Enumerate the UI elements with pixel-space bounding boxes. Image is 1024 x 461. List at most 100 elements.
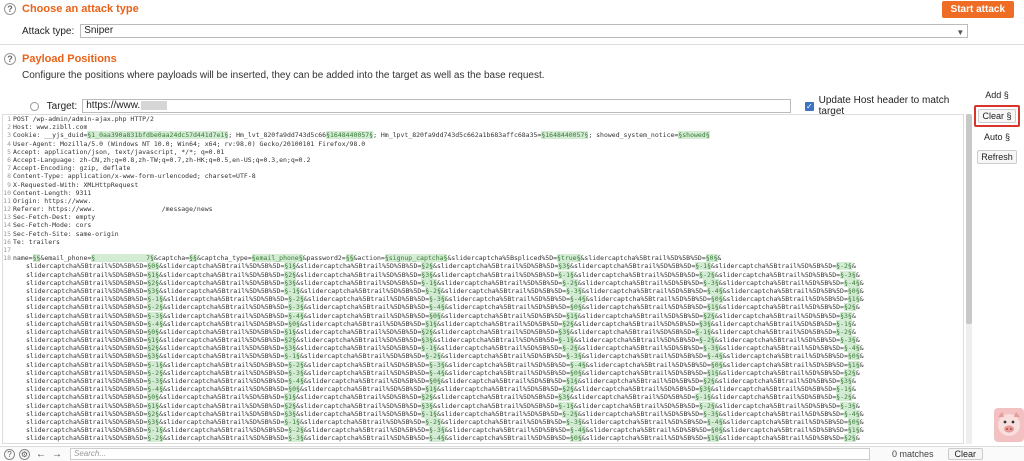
request-text: &slidercaptcha%5Btrail%5D%5B%5D= bbox=[570, 262, 696, 271]
editor-scrollbar[interactable] bbox=[966, 114, 972, 444]
line-number: 11 bbox=[3, 196, 11, 205]
attack-type-label: Attack type: bbox=[22, 25, 75, 37]
payload-marker: §-1§ bbox=[421, 278, 437, 287]
payload-marker: §3§ bbox=[147, 352, 160, 361]
request-text: slidercaptcha%5Btrail%5D%5B%5D= bbox=[26, 352, 148, 361]
payload-marker: §-3§ bbox=[566, 417, 582, 426]
payload-marker: §0§ bbox=[710, 360, 723, 369]
payload-marker: §-1§ bbox=[695, 262, 711, 271]
request-text: &slidercaptcha%5Btrail%5D%5B%5D= bbox=[570, 393, 696, 402]
editor-line: slidercaptcha%5Btrail%5D%5B%5D=§-3§&slid… bbox=[3, 377, 963, 385]
editor-line: 9 X-Requested-With: XMLHttpRequest bbox=[3, 181, 963, 189]
payload-marker: §-3§ bbox=[147, 377, 163, 385]
line-content: slidercaptcha%5Btrail%5D%5B%5D=§-2§&slid… bbox=[3, 368, 860, 377]
auto-marker-button[interactable]: Auto § bbox=[977, 130, 1017, 144]
payload-marker: §-2§ bbox=[836, 327, 852, 336]
request-text: Accept: application/json, text/javascrip… bbox=[13, 147, 225, 156]
request-text: slidercaptcha%5Btrail%5D%5B%5D= bbox=[26, 278, 148, 287]
request-text: &slidercaptcha%5Btrail%5D%5B%5D= bbox=[710, 385, 837, 394]
payload-marker: §-4§ bbox=[147, 319, 163, 328]
line-content: slidercaptcha%5Btrail%5D%5B%5D=§-1§&slid… bbox=[3, 295, 864, 304]
line-content: slidercaptcha%5Btrail%5D%5B%5D=§1§&slide… bbox=[3, 401, 860, 410]
refresh-button[interactable]: Refresh bbox=[977, 150, 1017, 164]
payload-marker: §3§ bbox=[421, 336, 434, 345]
payload-marker: §-3§ bbox=[288, 434, 304, 443]
payload-marker: §2§ bbox=[147, 278, 160, 287]
line-content: slidercaptcha%5Btrail%5D%5B%5D=§-3§&slid… bbox=[3, 311, 856, 320]
help-icon[interactable]: ? bbox=[4, 448, 15, 460]
line-number: 9 bbox=[7, 180, 11, 189]
request-text: &slidercaptcha%5Btrail%5D%5B%5D= bbox=[436, 409, 563, 418]
payload-marker: §-4§ bbox=[570, 426, 586, 435]
request-text: &slidercaptcha%5Btrail%5D%5B%5D= bbox=[722, 417, 848, 426]
request-text: &slidercaptcha%5Btrail%5D%5B%5D= bbox=[714, 401, 841, 410]
editor-line: 18 name=§§&email_phone=§ 7§&captcha=§§&ca… bbox=[3, 254, 963, 263]
editor-line: slidercaptcha%5Btrail%5D%5B%5D=§2§&slide… bbox=[3, 344, 963, 353]
clear-marker-button[interactable]: Clear § bbox=[978, 109, 1016, 123]
request-text: &slidercaptcha%5Btrail%5D%5B%5D= bbox=[440, 377, 567, 385]
editor-line: slidercaptcha%5Btrail%5D%5B%5D=§0§&slide… bbox=[3, 262, 963, 271]
request-text: &slidercaptcha%5Btrail%5D%5B%5D= bbox=[444, 368, 570, 377]
gear-icon[interactable]: ⚙ bbox=[19, 448, 30, 460]
request-text: &slidercaptcha%5Bspliced%5D= bbox=[447, 254, 558, 263]
payload-marker: §-2§ bbox=[699, 270, 715, 279]
payload-marker: §-4§ bbox=[843, 278, 860, 287]
request-text: &slidercaptcha%5Btrail%5D%5B%5D= bbox=[714, 336, 841, 345]
search-input[interactable]: Search... bbox=[70, 448, 870, 460]
help-icon[interactable]: ? bbox=[4, 3, 16, 15]
payload-marker: §-3§ bbox=[429, 295, 445, 304]
request-text: slidercaptcha%5Btrail%5D%5B%5D= bbox=[26, 426, 148, 435]
scrollbar-thumb[interactable] bbox=[966, 114, 972, 324]
payload-marker: §-3§ bbox=[840, 336, 856, 345]
add-marker-button[interactable]: Add § bbox=[977, 88, 1017, 102]
help-icon[interactable]: ? bbox=[4, 53, 16, 65]
search-clear-button[interactable]: Clear bbox=[947, 448, 984, 460]
request-text: name= bbox=[13, 254, 33, 263]
line-content: slidercaptcha%5Btrail%5D%5B%5D=§-1§&slid… bbox=[3, 426, 864, 435]
request-text: &slidercaptcha%5Btrail%5D%5B%5D= bbox=[444, 360, 570, 369]
payload-marker: §-2§ bbox=[836, 262, 852, 271]
payload-marker: §3§ bbox=[147, 286, 160, 295]
request-text: & bbox=[717, 254, 722, 263]
request-text: &slidercaptcha%5Btrail%5D%5B%5D= bbox=[585, 295, 711, 304]
payload-marker: §2§ bbox=[843, 368, 856, 377]
request-text: &slidercaptcha%5Btrail%5D%5B%5D= bbox=[299, 286, 426, 295]
request-text: &slidercaptcha%5Btrail%5D%5B%5D= bbox=[433, 401, 559, 410]
request-text: slidercaptcha%5Btrail%5D%5B%5D= bbox=[26, 401, 148, 410]
request-text: &slidercaptcha%5Btrail%5D%5B%5D= bbox=[444, 303, 570, 312]
attack-type-select[interactable]: Sniper ▼ bbox=[80, 24, 969, 38]
back-arrow-icon[interactable]: ← bbox=[36, 449, 46, 460]
request-text: & bbox=[855, 434, 860, 443]
payload-marker: §2§ bbox=[147, 409, 160, 418]
request-text: Sec-Fetch-Dest: empty bbox=[13, 213, 96, 222]
payload-marker: §-3§ bbox=[703, 409, 719, 418]
request-text: &slidercaptcha%5Btrail%5D%5B%5D= bbox=[159, 278, 285, 287]
payload-marker: §-1§ bbox=[836, 319, 852, 328]
target-input[interactable]: https://www. bbox=[82, 99, 792, 113]
payload-marker: §1§ bbox=[566, 311, 578, 320]
payload-marker: §-2§ bbox=[147, 368, 163, 377]
request-text: &slidercaptcha%5Btrail%5D%5B%5D= bbox=[296, 262, 422, 271]
request-text: &slidercaptcha%5Btrail%5D%5B%5D= bbox=[440, 352, 567, 361]
request-text: &slidercaptcha%5Btrail%5D%5B%5D= bbox=[162, 303, 289, 312]
request-text: &slidercaptcha%5Btrail%5D%5B%5D= bbox=[159, 417, 285, 426]
payload-marker: §1§ bbox=[706, 303, 719, 312]
request-text: &password2= bbox=[302, 254, 346, 263]
request-text: &slidercaptcha%5Btrail%5D%5B%5D= bbox=[296, 401, 422, 410]
line-content: Sec-Fetch-Dest: empty bbox=[13, 213, 95, 221]
payload-marker: §2§ bbox=[562, 319, 574, 328]
start-attack-button[interactable]: Start attack bbox=[941, 1, 1014, 18]
request-text: &slidercaptcha%5Btrail%5D%5B%5D= bbox=[581, 303, 707, 312]
update-host-checkbox[interactable]: ✓ bbox=[805, 101, 814, 111]
request-editor[interactable]: 1 POST /wp-admin/admin-ajax.php HTTP/2 2 Ho… bbox=[2, 114, 964, 444]
request-text: slidercaptcha%5Btrail%5D%5B%5D= bbox=[26, 295, 148, 304]
payload-marker: §-1§ bbox=[147, 360, 163, 369]
editor-line: 2 Host: www.zibll.com bbox=[3, 123, 963, 131]
line-content: Sec-Fetch-Mode: cors bbox=[13, 221, 91, 229]
request-text: &slidercaptcha%5Btrail%5D%5B%5D= bbox=[444, 434, 570, 443]
line-number: 17 bbox=[3, 246, 11, 254]
request-text: &slidercaptcha%5Btrail%5D%5B%5D= bbox=[303, 434, 430, 443]
request-text: &slidercaptcha%5Btrail%5D%5B%5D= bbox=[718, 434, 844, 443]
forward-arrow-icon[interactable]: → bbox=[52, 449, 62, 460]
request-text: &slidercaptcha%5Btrail%5D%5B%5D= bbox=[581, 286, 707, 295]
